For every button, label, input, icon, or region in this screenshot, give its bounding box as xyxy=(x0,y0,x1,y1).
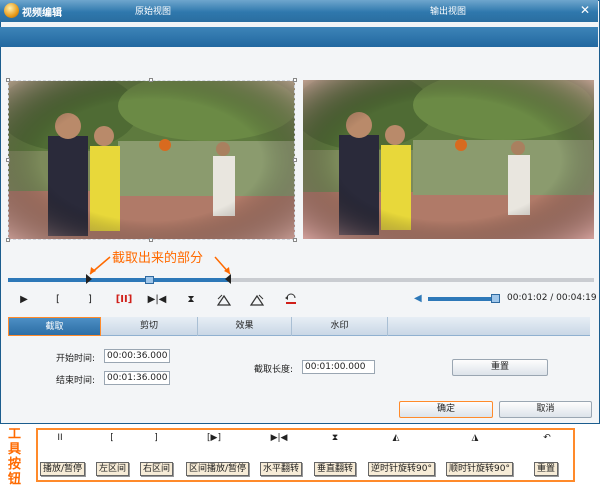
legend-label-rotate-ccw: 逆时针旋转90° xyxy=(368,462,435,476)
crop-handle[interactable] xyxy=(149,238,153,242)
crop-handle[interactable] xyxy=(293,78,297,82)
crop-handle[interactable] xyxy=(6,158,10,162)
legend-label-range-play: 区间播放/暂停 xyxy=(186,462,250,476)
flip-vertical-button[interactable]: ⧗ xyxy=(181,293,201,307)
cancel-button[interactable]: 取消 xyxy=(499,401,592,418)
legend-label-play-pause: 播放/暂停 xyxy=(40,462,86,476)
legend-label-reset: 重置 xyxy=(534,462,559,476)
legend-label-flip-v: 垂直翻转 xyxy=(314,462,357,476)
legend-side-char: 工 xyxy=(8,427,22,442)
legend-side-char: 钮 xyxy=(8,472,22,487)
close-button[interactable]: ✕ xyxy=(576,2,594,19)
tab-effects[interactable]: 效果 xyxy=(198,317,292,336)
legend-icon: ◭ xyxy=(392,433,400,443)
crop-handle[interactable] xyxy=(293,238,297,242)
reset-icon[interactable] xyxy=(283,293,299,307)
original-view-label: 原始视图 xyxy=(135,7,172,17)
play-button[interactable]: ▶ xyxy=(14,293,34,307)
legend-icon: ↶ xyxy=(543,433,551,443)
playhead[interactable] xyxy=(145,276,154,284)
rotate-cw-icon[interactable] xyxy=(249,293,265,307)
app-icon xyxy=(4,3,19,18)
end-time-input[interactable]: 00:01:36.000 xyxy=(104,371,170,385)
reset-button[interactable]: 重置 xyxy=(452,359,548,376)
crop-handle[interactable] xyxy=(149,78,153,82)
start-time-input[interactable]: 00:00:36.000 xyxy=(104,349,170,363)
legend-side-char: 按 xyxy=(8,457,22,472)
legend-label-flip-h: 水平翻转 xyxy=(260,462,303,476)
ok-button[interactable]: 确定 xyxy=(399,401,493,418)
legend-label-left-range: 左区间 xyxy=(96,462,130,476)
legend-icon: ◮ xyxy=(471,433,479,443)
tab-trim[interactable]: 剪切 xyxy=(101,317,198,336)
end-time-label: 结束时间: xyxy=(56,376,96,386)
volume-slider[interactable] xyxy=(428,297,500,301)
output-view-label: 输出视图 xyxy=(430,7,467,17)
legend-icon: ⧗ xyxy=(331,433,339,443)
crop-handle[interactable] xyxy=(6,78,10,82)
legend-icon: II xyxy=(57,433,63,443)
crop-handle[interactable] xyxy=(293,158,297,162)
legend-side-label: 工 具 按 钮 xyxy=(8,427,22,487)
legend-side-char: 具 xyxy=(8,442,22,457)
cut-length-input[interactable]: 00:01:00.000 xyxy=(302,360,375,374)
legend-icon: [▶] xyxy=(207,433,221,443)
window-title: 视频编辑 xyxy=(22,8,62,19)
flip-horizontal-button[interactable]: ▶|◀ xyxy=(145,293,169,307)
crop-frame[interactable] xyxy=(8,80,295,240)
legend-icon: [ xyxy=(110,433,114,443)
left-bracket-button[interactable]: [ xyxy=(48,293,68,307)
output-video-preview xyxy=(303,80,594,239)
view-header-bar xyxy=(0,27,598,47)
legend-icon: ▶|◀ xyxy=(270,433,288,443)
volume-knob[interactable] xyxy=(491,294,500,303)
region-play-button[interactable]: [II] xyxy=(112,293,136,307)
volume-icon[interactable]: ◀ xyxy=(414,293,426,304)
cut-length-label: 截取长度: xyxy=(254,365,294,375)
tab-watermark[interactable]: 水印 xyxy=(292,317,388,336)
right-bracket-button[interactable]: ] xyxy=(80,293,100,307)
legend-label-rotate-cw: 顺时针旋转90° xyxy=(446,462,513,476)
tab-cut[interactable]: 截取 xyxy=(8,317,101,336)
legend-label-right-range: 右区间 xyxy=(140,462,174,476)
start-time-label: 开始时间: xyxy=(56,354,96,364)
title-bar xyxy=(0,0,598,22)
selected-range xyxy=(8,278,228,282)
crop-handle[interactable] xyxy=(6,238,10,242)
rotate-ccw-icon[interactable] xyxy=(216,293,232,307)
time-readout: 00:01:02 / 00:04:19 xyxy=(507,293,597,303)
legend-icon: ] xyxy=(154,433,158,443)
